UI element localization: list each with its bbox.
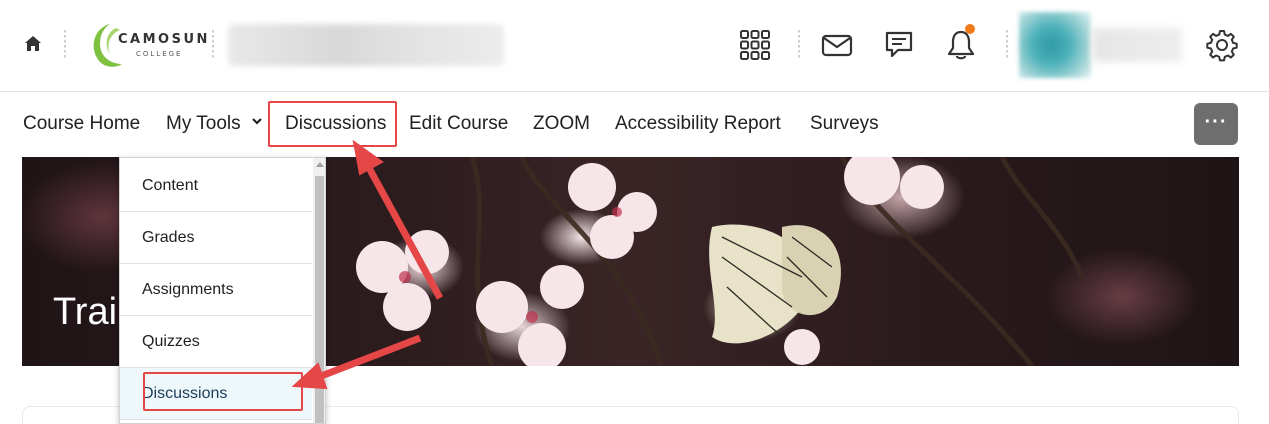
- header-separator: [212, 30, 214, 60]
- chat-icon[interactable]: [882, 28, 916, 62]
- more-nav-button[interactable]: ···: [1194, 103, 1238, 145]
- nav-course-home[interactable]: Course Home: [23, 113, 140, 135]
- waffle-icon[interactable]: [738, 28, 772, 62]
- logo-subtitle: COLLEGE: [136, 50, 183, 58]
- scroll-up-icon[interactable]: [316, 162, 324, 167]
- dropdown-item-grades[interactable]: Grades: [120, 212, 312, 264]
- dropdown-item-content[interactable]: Content: [120, 160, 312, 212]
- mail-icon[interactable]: [820, 28, 854, 62]
- scroll-thumb[interactable]: [315, 176, 324, 423]
- gear-icon[interactable]: [1205, 28, 1239, 62]
- notification-dot: [965, 24, 975, 34]
- course-title: Trai: [53, 291, 118, 333]
- dropdown-scrollbar[interactable]: [313, 158, 325, 423]
- home-icon[interactable]: [22, 33, 44, 55]
- user-name-redacted[interactable]: [1092, 28, 1182, 62]
- avatar[interactable]: [1019, 12, 1091, 78]
- highlight-discussions-nav: [268, 101, 397, 147]
- course-title-redacted[interactable]: [228, 24, 504, 66]
- dropdown-item-quizzes[interactable]: Quizzes: [120, 316, 312, 368]
- course-navbar: Course Home My Tools Discussions Edit Co…: [0, 93, 1269, 157]
- nav-my-tools-label: My Tools: [166, 113, 241, 134]
- chevron-down-icon: [252, 118, 262, 125]
- top-header: CAMOSUN COLLEGE: [0, 0, 1269, 92]
- highlight-discussions-dropdown: [143, 372, 303, 411]
- header-separator: [798, 30, 800, 60]
- header-separator: [64, 30, 66, 60]
- nav-my-tools[interactable]: My Tools: [166, 113, 262, 135]
- dropdown-item-assignments[interactable]: Assignments: [120, 264, 312, 316]
- logo-name: CAMOSUN: [118, 32, 210, 47]
- nav-surveys[interactable]: Surveys: [810, 113, 879, 135]
- header-separator: [1006, 30, 1008, 60]
- nav-zoom[interactable]: ZOOM: [533, 113, 590, 135]
- nav-accessibility-report[interactable]: Accessibility Report: [615, 113, 781, 135]
- nav-edit-course[interactable]: Edit Course: [409, 113, 508, 135]
- bell-icon[interactable]: [944, 28, 978, 62]
